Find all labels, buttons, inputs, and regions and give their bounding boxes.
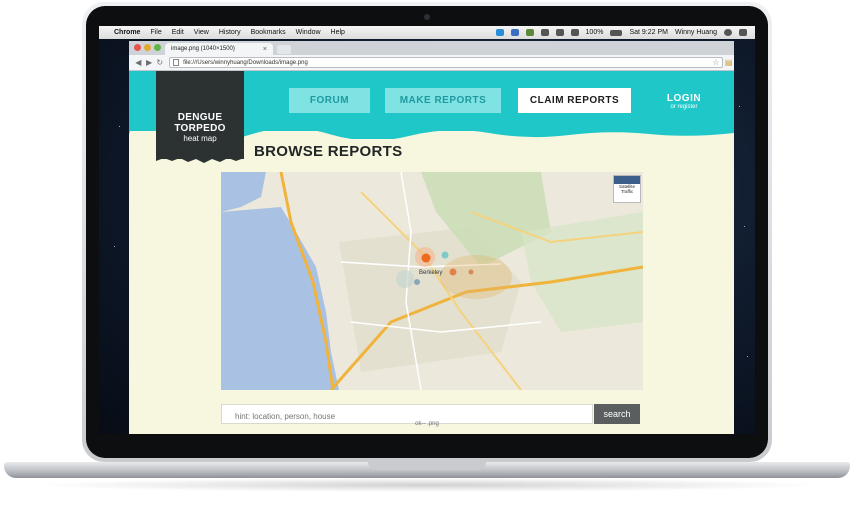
- browser-toolbar: ◀ ▶ ↻ file:///Users/winnyhuang/Downloads…: [129, 55, 734, 71]
- satellite-thumbnail: [614, 176, 640, 184]
- map-type-control[interactable]: Satellite Traffic: [613, 175, 641, 203]
- reload-icon[interactable]: ↻: [154, 58, 165, 67]
- menu-view[interactable]: View: [194, 29, 209, 36]
- bluetooth-icon[interactable]: [540, 29, 549, 36]
- menu-chrome[interactable]: Chrome: [114, 29, 140, 36]
- back-icon[interactable]: ◀: [133, 58, 144, 67]
- dropbox-icon[interactable]: [510, 29, 519, 36]
- minimize-window-icon[interactable]: [144, 44, 151, 51]
- nav-make-reports-button[interactable]: MAKE REPORTS: [385, 88, 501, 113]
- mac-menubar: Chrome File Edit View History Bookmarks …: [99, 26, 755, 39]
- spotlight-icon[interactable]: [724, 29, 732, 36]
- laptop-stage: Chrome File Edit View History Bookmarks …: [0, 0, 854, 510]
- page-icon: [173, 59, 180, 66]
- logo-line-1: DENGUE: [177, 112, 223, 123]
- web-page: DENGUE TORPEDO heat map FORUM MAKE REPOR…: [129, 71, 734, 434]
- nav-claim-reports-button[interactable]: CLAIM REPORTS: [518, 88, 631, 113]
- menu-edit[interactable]: Edit: [172, 29, 184, 36]
- wifi-icon[interactable]: [555, 29, 564, 36]
- screen-caption: ok-- .png: [415, 421, 439, 427]
- battery-percent[interactable]: 100%: [586, 29, 604, 36]
- page-title: BROWSE REPORTS: [254, 143, 403, 160]
- laptop-notch: [368, 462, 486, 470]
- nav-forum-button[interactable]: FORUM: [289, 88, 370, 113]
- camera-icon: [424, 14, 430, 20]
- zoom-window-icon[interactable]: [154, 44, 161, 51]
- skype-icon[interactable]: [495, 29, 504, 36]
- address-bar[interactable]: file:///Users/winnyhuang/Downloads/image…: [169, 57, 724, 68]
- site-logo[interactable]: DENGUE TORPEDO heat map: [156, 71, 244, 159]
- login-label: LOGIN: [666, 93, 702, 104]
- login-link[interactable]: LOGIN or register: [654, 93, 714, 110]
- new-tab-button[interactable]: [277, 45, 291, 54]
- close-window-icon[interactable]: [134, 44, 141, 51]
- menubar-user[interactable]: Winny Huang: [675, 29, 717, 36]
- map-place-label: Berkeley: [419, 270, 442, 276]
- logo-torn-edge: [156, 155, 244, 163]
- laptop-shadow: [30, 478, 824, 492]
- window-controls: [134, 44, 161, 51]
- menubar-status-area: 100% Sat 9:22 PM Winny Huang: [495, 29, 755, 36]
- menu-help[interactable]: Help: [331, 29, 345, 36]
- register-label[interactable]: or register: [654, 104, 714, 110]
- chrome-window: image.png (1040×1500) × ◀ ▶ ↻ file:///Us…: [129, 41, 734, 434]
- address-url: file:///Users/winnyhuang/Downloads/image…: [183, 59, 308, 66]
- menubar-clock[interactable]: Sat 9:22 PM: [629, 29, 668, 36]
- extension-icon[interactable]: ▤: [723, 58, 734, 67]
- battery-icon: [610, 29, 623, 36]
- tab-title: image.png (1040×1500): [171, 46, 235, 52]
- menu-history[interactable]: History: [219, 29, 241, 36]
- notification-center-icon[interactable]: [739, 29, 747, 36]
- menu-file[interactable]: File: [150, 29, 161, 36]
- menu-bookmarks[interactable]: Bookmarks: [251, 29, 286, 36]
- volume-icon[interactable]: [570, 29, 579, 36]
- tab-strip: image.png (1040×1500) ×: [129, 41, 734, 55]
- menu-window[interactable]: Window: [296, 29, 321, 36]
- drive-icon[interactable]: [525, 29, 534, 36]
- forward-icon[interactable]: ▶: [144, 58, 155, 67]
- heat-map[interactable]: Berkeley Satellite Traffic: [221, 172, 643, 390]
- browser-tab[interactable]: image.png (1040×1500) ×: [165, 43, 273, 55]
- map-canvas: Berkeley: [221, 172, 643, 390]
- traffic-label[interactable]: Traffic: [614, 189, 640, 194]
- logo-line-3: heat map: [183, 134, 217, 143]
- close-tab-icon[interactable]: ×: [263, 46, 267, 53]
- logo-line-2: TORPEDO: [174, 123, 226, 134]
- bookmark-star-icon[interactable]: ☆: [712, 58, 719, 67]
